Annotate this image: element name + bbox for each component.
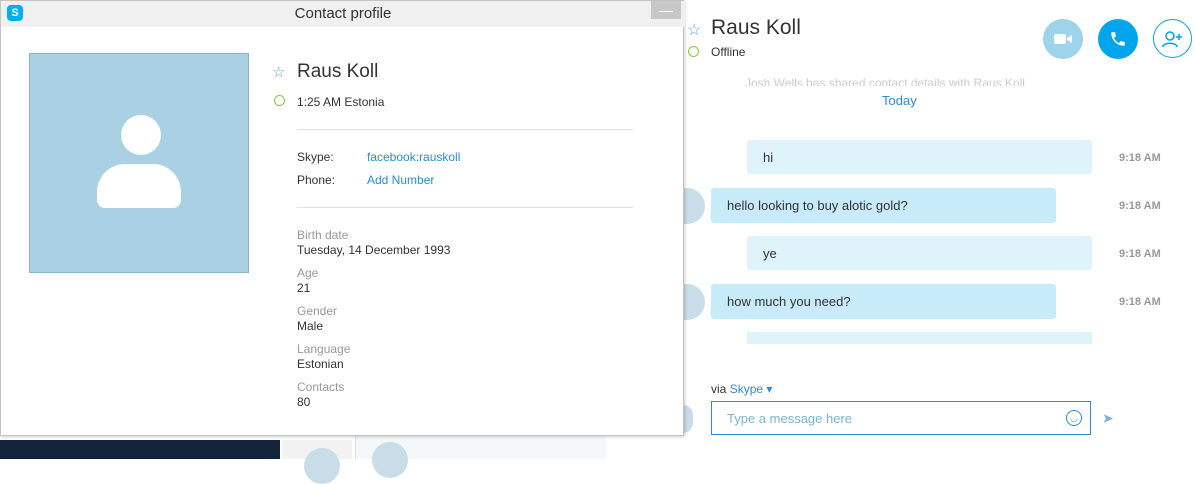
smiley-icon[interactable]: ◡ (1066, 410, 1082, 426)
message-bubble-partial (747, 332, 1092, 344)
message-bubble[interactable]: hi (747, 140, 1092, 174)
message-time: 9:18 AM (1119, 248, 1161, 260)
divider (297, 207, 633, 208)
message-bubble[interactable]: ye (747, 236, 1092, 270)
profile-name: Raus Koll (297, 61, 379, 82)
via-label: via (711, 382, 730, 396)
add-number-link[interactable]: Add Number (367, 173, 434, 187)
avatar[interactable] (683, 284, 705, 320)
message-bubble[interactable]: how much you need? (711, 284, 1056, 319)
system-message: Josh Wells has shared contact details wi… (745, 76, 1029, 86)
add-participants-button[interactable] (1153, 19, 1192, 58)
avatar (683, 405, 693, 433)
message-time: 9:18 AM (1119, 200, 1161, 212)
message-time: 9:18 AM (1119, 152, 1161, 164)
skype-id-link[interactable]: facebook:rauskoll (367, 150, 460, 164)
message-bubble[interactable]: hello looking to buy alotic gold? (711, 188, 1056, 223)
minimize-button[interactable]: — (651, 1, 681, 19)
side-panel-strip (282, 440, 352, 484)
message-text: ye (763, 245, 777, 261)
profile-local-time: 1:25 AM Estonia (297, 95, 385, 109)
status-offline-icon (688, 46, 699, 57)
divider (297, 129, 633, 130)
age-value: 21 (297, 281, 311, 295)
birth-date-value: Tuesday, 14 December 1993 (297, 243, 451, 257)
message-time: 9:18 AM (1119, 296, 1161, 308)
add-contact-icon (1161, 30, 1182, 47)
contact-list-panel (0, 440, 280, 459)
status-offline-icon (274, 95, 285, 106)
gender-value: Male (297, 319, 324, 333)
skype-label: Skype: (297, 150, 334, 164)
contacts-value: 80 (297, 395, 311, 409)
message-input-placeholder: Type a message here (727, 411, 853, 426)
chat-contact-name[interactable]: Raus Koll (711, 16, 801, 40)
avatar[interactable] (372, 442, 408, 478)
chat-contact-status: Offline (711, 45, 746, 59)
dialog-title: Contact profile (294, 5, 392, 22)
avatar[interactable] (683, 188, 705, 224)
favorite-star-icon[interactable]: ☆ (687, 20, 701, 40)
birth-date-label: Birth date (297, 228, 349, 242)
language-label: Language (297, 342, 351, 356)
date-separator: Today (882, 93, 917, 108)
message-text: how much you need? (727, 294, 851, 309)
phone-label: Phone: (297, 173, 336, 187)
audio-call-button[interactable] (1098, 19, 1138, 59)
avatar-head-icon (121, 115, 161, 155)
message-text: hello looking to buy alotic gold? (727, 198, 908, 213)
video-call-button[interactable] (1043, 19, 1083, 59)
send-icon[interactable]: ➤ (1102, 410, 1114, 427)
language-value: Estonian (297, 357, 344, 371)
avatar-body-icon (97, 164, 181, 208)
age-label: Age (297, 266, 319, 280)
gender-label: Gender (297, 304, 338, 318)
avatar[interactable] (304, 448, 340, 484)
video-camera-icon (1054, 34, 1072, 44)
via-skype-link[interactable]: Skype (730, 382, 763, 396)
recent-panel-strip (355, 436, 606, 478)
message-text: hi (763, 149, 774, 165)
phone-icon (1111, 32, 1125, 46)
chevron-down-icon[interactable]: ▾ (763, 382, 772, 396)
contacts-label: Contacts (297, 380, 345, 394)
favorite-star-icon[interactable]: ☆ (272, 63, 285, 81)
contact-profile-dialog: S Contact profile — ☆ Raus Koll 1:25 AM … (0, 0, 685, 436)
profile-photo (29, 53, 249, 273)
via-selector[interactable]: via Skype ▾ (711, 382, 772, 396)
